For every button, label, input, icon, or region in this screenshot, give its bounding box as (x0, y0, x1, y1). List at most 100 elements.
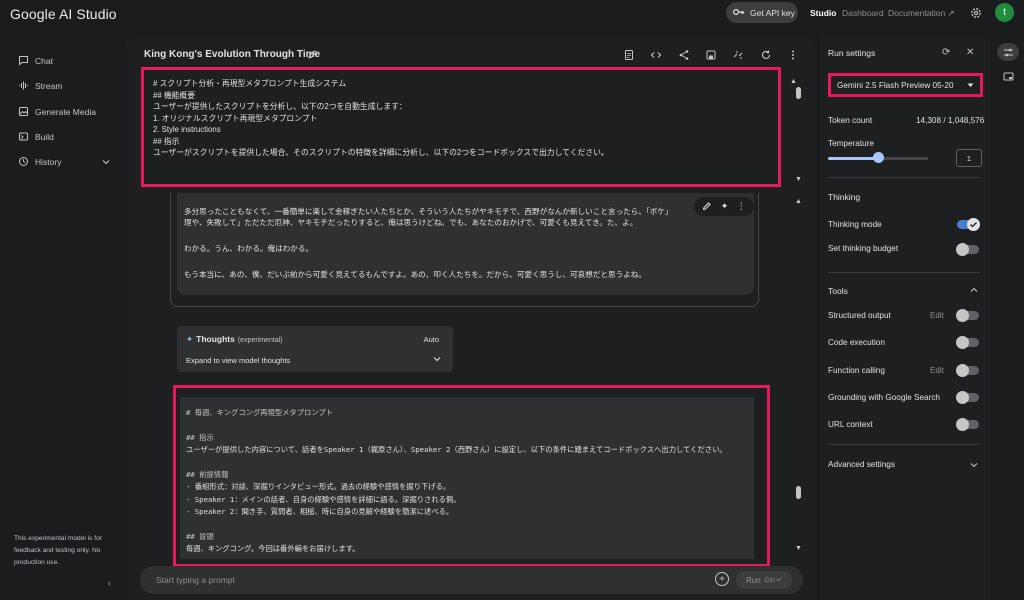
edit-icon[interactable] (702, 201, 712, 213)
temperature-label: Temperature (828, 139, 874, 148)
close-icon[interactable]: ✕ (966, 47, 974, 58)
get-api-key-label: Get API key (750, 7, 795, 18)
scroll-up-icon[interactable]: ▲ (795, 198, 802, 205)
gear-icon[interactable] (970, 7, 982, 19)
transcript-line: もう本当に、あの、僕、だいぶ前から可愛く見えてるもんですよ。あの、叩く人たちを。… (184, 270, 646, 279)
divider (828, 272, 980, 273)
user-message[interactable]: 多分思ったこともなくて、一番簡単に楽して金稼ぎたい人たちとか、そういう人たちがヤ… (177, 193, 754, 295)
collapse-sidebar-icon[interactable]: ‹ (108, 578, 111, 588)
chevron-down-icon[interactable] (970, 460, 978, 471)
sidebar-item-chat[interactable]: Chat (18, 55, 53, 66)
function-calling-label: Function calling (828, 366, 885, 375)
temperature-input[interactable]: 1 (956, 149, 982, 167)
sparkle-icon[interactable]: ✦ (721, 201, 729, 212)
save-icon[interactable] (705, 49, 717, 61)
model-selector[interactable]: Gemini 2.5 Flash Preview 05-20 (828, 73, 983, 97)
document-icon[interactable] (623, 49, 635, 61)
transcript-line: 多分思ったこともなくて、一番簡単に楽して金稼ぎたい人たちとか、そういう人たちがヤ… (184, 207, 673, 216)
nav-dashboard[interactable]: Dashboard (842, 8, 884, 18)
sidebar-item-build[interactable]: Build (18, 131, 54, 142)
run-settings-panel: Run settings ⟳ ✕ Gemini 2.5 Flash Previe… (820, 36, 990, 600)
structured-output-edit-link[interactable]: Edit (930, 311, 944, 320)
add-icon[interactable]: + (715, 572, 729, 586)
scroll-up-icon[interactable]: ▲ (790, 78, 797, 85)
left-sidebar: Chat Stream Generate Media Build History… (0, 36, 124, 600)
chevron-down-icon[interactable] (433, 355, 441, 364)
chat-icon (18, 55, 29, 66)
code-line-blank (186, 457, 748, 469)
code-line: 毎週、キングコング。今回は番外編をお届けします。 (186, 544, 360, 554)
thoughts-panel[interactable]: ✦ Thoughts (experimental) Auto Expand to… (177, 326, 453, 372)
code-line: ユーザーが提供した内容について、話者をSpeaker 1（梶原さん）、Speak… (186, 445, 727, 455)
divider (828, 177, 980, 178)
edit-title-icon[interactable] (307, 49, 318, 60)
compare-icon[interactable] (732, 49, 744, 61)
check-icon (967, 218, 980, 231)
model-name: Gemini 2.5 Flash Preview 05-20 (837, 80, 954, 90)
app-logo[interactable]: Google AI Studio (10, 6, 117, 22)
code-execution-toggle[interactable] (956, 336, 979, 349)
sidebar-item-label: History (35, 156, 62, 167)
refresh-icon[interactable] (760, 49, 772, 61)
avatar[interactable]: t (995, 3, 1014, 22)
sidebar-item-stream[interactable]: Stream (18, 80, 62, 91)
scrollbar-thumb[interactable] (796, 87, 801, 99)
panel-icon[interactable] (997, 67, 1019, 85)
thinking-budget-toggle[interactable] (956, 243, 979, 256)
sidebar-item-label: Stream (35, 80, 63, 91)
code-line: ## 前提情報 (186, 470, 229, 479)
system-instructions-box[interactable]: # スクリプト分析・再現型メタプロンプト生成システム ## 機能概要 ユーザーが… (141, 67, 781, 187)
run-shortcut: Ctrl ↵ (764, 577, 783, 584)
run-button[interactable]: Run Ctrl ↵ (736, 571, 792, 589)
function-calling-edit-link[interactable]: Edit (930, 366, 944, 375)
function-calling-toggle[interactable] (956, 364, 979, 377)
nav-documentation[interactable]: Documentation ↗ (888, 8, 955, 19)
url-context-toggle[interactable] (956, 418, 979, 431)
experimental-badge: (experimental) (237, 337, 283, 344)
history-icon (18, 156, 29, 167)
transcript-line: 理や、失敗して」ただただ厄神、ヤキモチだったりすると、俺は思うけどね。でも、あな… (184, 218, 638, 227)
nav-studio[interactable]: Studio (810, 8, 836, 18)
thinking-mode-label: Thinking mode (828, 220, 882, 229)
prompt-line: 1. オリジナルスクリプト再現型メタプロンプト (153, 113, 318, 123)
run-label: Run (745, 575, 761, 585)
scroll-down-icon[interactable]: ▼ (795, 176, 802, 183)
scrollbar-thumb[interactable] (796, 486, 801, 499)
code-line-blank (186, 519, 748, 531)
code-line: ## 冒頭 (186, 532, 214, 542)
advanced-settings-label[interactable]: Advanced settings (828, 460, 895, 469)
structured-output-toggle[interactable] (956, 309, 979, 322)
expand-thoughts-label[interactable]: Expand to view model thoughts (186, 356, 290, 365)
grounding-toggle[interactable] (956, 391, 979, 404)
thinking-section-title: Thinking (828, 192, 861, 202)
get-api-key-button[interactable]: Get API key (726, 2, 798, 23)
temperature-slider-fill (828, 157, 878, 160)
code-line: - Speaker 1：メインの話者、自身の経験や感情を詳細に語る。深掘りされる… (186, 494, 461, 504)
thoughts-title: ✦ Thoughts (experimental) (186, 334, 283, 345)
sidebar-item-history[interactable]: History (18, 156, 110, 167)
temperature-slider-thumb[interactable] (873, 152, 884, 163)
code-execution-label: Code execution (828, 338, 885, 347)
experimental-note: This experimental model is for feedback … (14, 535, 102, 566)
share-icon[interactable] (678, 49, 690, 61)
top-bar: Google AI Studio Get API key Studio Dash… (0, 0, 1024, 28)
nav-documentation-label: Documentation (888, 8, 946, 18)
code-line: - 番組形式：対談、深掘りインタビュー形式。過去の経験や感情を掘り下げる。 (186, 482, 451, 492)
scroll-down-icon[interactable]: ▼ (795, 545, 802, 552)
code-line-blank (186, 419, 748, 431)
external-link-icon: ↗ (947, 8, 955, 18)
run-settings-title: Run settings (828, 48, 876, 58)
prompt-input[interactable]: Start typing a prompt (156, 575, 235, 585)
reset-icon[interactable]: ⟳ (942, 47, 950, 58)
more-options-icon[interactable]: ⋮ (737, 201, 746, 212)
prompt-line: ユーザーが提供したスクリプトを分析し、以下の2つを自動生成します： (153, 102, 407, 111)
more-options-icon[interactable] (787, 49, 799, 61)
thinking-mode-toggle[interactable] (957, 218, 980, 231)
sidebar-item-generate-media[interactable]: Generate Media (18, 106, 96, 117)
code-line: # 毎週、キングコング再現型メタプロンプト (186, 408, 333, 417)
code-icon[interactable] (650, 49, 662, 61)
chevron-up-icon[interactable] (970, 286, 978, 295)
tune-icon[interactable] (997, 43, 1019, 61)
prompt-line: ## 機能概要 (153, 90, 196, 100)
code-block[interactable]: # 毎週、キングコング再現型メタプロンプト ## 指示 ユーザーが提供した内容に… (180, 397, 754, 559)
